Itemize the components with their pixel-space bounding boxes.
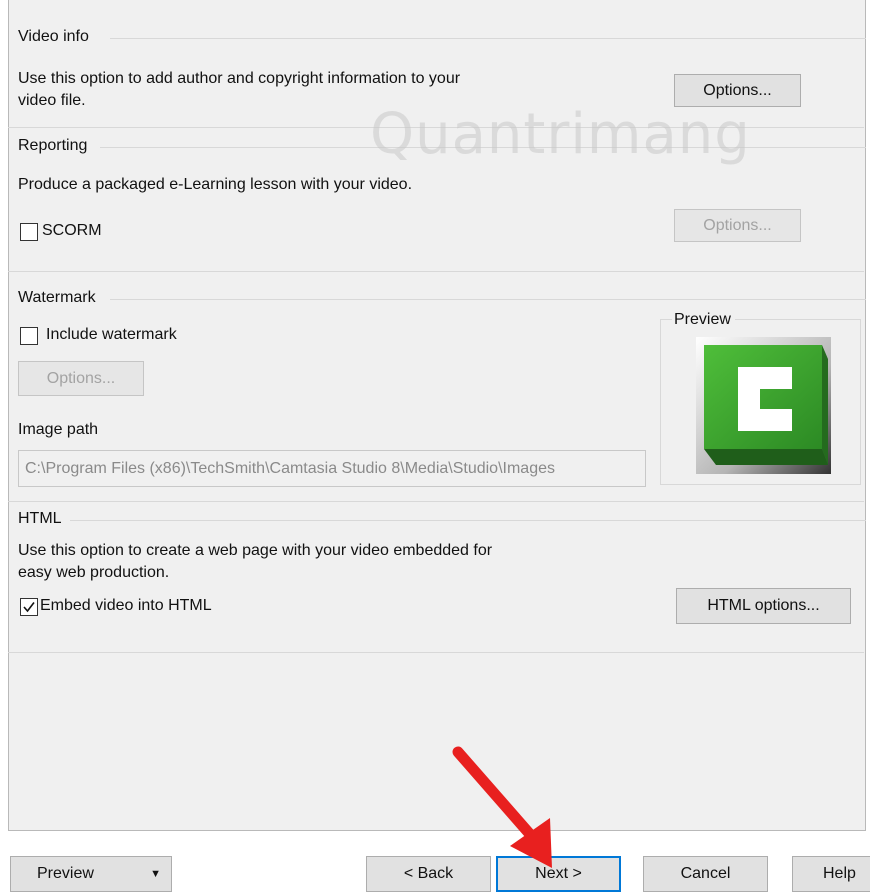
preview-legend: Preview — [672, 311, 735, 329]
video-info-description-line1: Use this option to add author and copyri… — [18, 70, 461, 87]
reporting-legend: Reporting — [18, 137, 92, 155]
help-button[interactable]: Help — [792, 856, 870, 892]
section-separator — [8, 271, 864, 272]
reporting-options-button[interactable]: Options... — [674, 209, 801, 242]
html-divider — [70, 520, 866, 521]
scorm-checkbox[interactable] — [20, 223, 38, 241]
video-info-description-line2: video file. — [18, 92, 86, 109]
video-info-options-button[interactable]: Options... — [674, 74, 801, 107]
dropdown-arrow-icon: ▼ — [150, 868, 161, 880]
section-separator — [8, 501, 864, 502]
image-path-field[interactable]: C:\Program Files (x86)\TechSmith\Camtasi… — [18, 450, 646, 487]
html-description-line2: easy web production. — [18, 564, 170, 581]
html-options-button[interactable]: HTML options... — [676, 588, 851, 624]
reporting-divider — [100, 147, 866, 148]
image-path-label: Image path — [18, 421, 99, 438]
cancel-button[interactable]: Cancel — [643, 856, 768, 892]
watermark-options-button[interactable]: Options... — [18, 361, 144, 396]
include-watermark-label: Include watermark — [46, 326, 177, 343]
video-info-legend: Video info — [18, 28, 93, 46]
include-watermark-checkbox[interactable] — [20, 327, 38, 345]
html-legend: HTML — [18, 510, 66, 528]
checkmark-icon — [23, 602, 35, 613]
section-separator — [8, 652, 864, 653]
embed-video-label: Embed video into HTML — [40, 597, 212, 614]
video-info-divider — [110, 38, 866, 39]
scorm-label: SCORM — [42, 222, 102, 239]
watermark-divider — [110, 299, 866, 300]
red-arrow-icon — [452, 746, 552, 868]
section-separator — [8, 127, 864, 128]
camtasia-logo-image — [696, 337, 831, 474]
reporting-description: Produce a packaged e-Learning lesson wit… — [18, 176, 413, 193]
html-description-line1: Use this option to create a web page wit… — [18, 542, 493, 559]
embed-video-checkbox[interactable] — [20, 598, 38, 616]
preview-dropdown-button[interactable]: Preview ▼ — [10, 856, 172, 892]
preview-button-label: Preview — [37, 865, 94, 882]
watermark-legend: Watermark — [18, 289, 100, 307]
